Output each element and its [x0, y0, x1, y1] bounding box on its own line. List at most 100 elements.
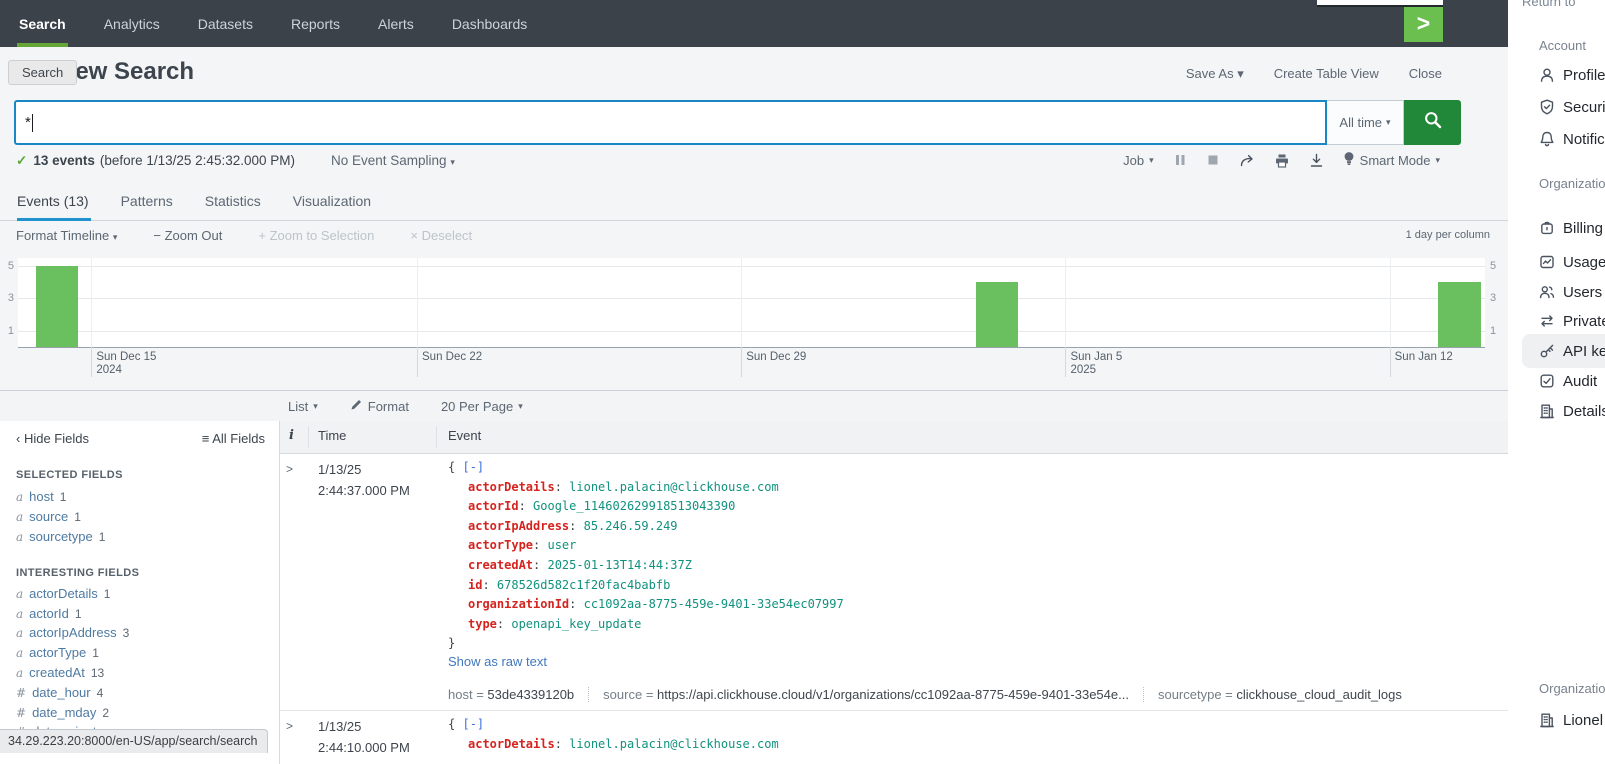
- cloud-menu-api-keys[interactable]: API keys: [1538, 342, 1605, 360]
- tab-patterns[interactable]: Patterns: [105, 181, 189, 220]
- per-page-dropdown[interactable]: 20 Per Page ▾: [441, 399, 523, 414]
- source-value[interactable]: https://api.clickhouse.cloud/v1/organiza…: [657, 687, 1129, 702]
- events-table-header: i Time Event: [280, 421, 1508, 454]
- zoom-to-selection-button[interactable]: + Zoom to Selection: [258, 228, 374, 243]
- search-query-input[interactable]: *: [14, 100, 1327, 145]
- x-gridline: [1065, 258, 1066, 347]
- tab-visualization[interactable]: Visualization: [277, 181, 387, 220]
- x-gridline: [91, 258, 92, 347]
- shield-check-icon: [1538, 98, 1556, 116]
- event-json: { [-] actorDetailslionel.palacin@clickho…: [448, 458, 844, 654]
- field-date-hour[interactable]: #date_hour4: [16, 685, 103, 700]
- field-actortype[interactable]: aactorType1: [16, 645, 99, 660]
- y-axis-tick-label: 5: [1490, 260, 1504, 272]
- cloud-menu-notifications[interactable]: Notifications: [1538, 130, 1605, 148]
- event-timeline-chart: [18, 258, 1485, 348]
- event-sampling-dropdown[interactable]: No Event Sampling ▾: [331, 153, 455, 168]
- splunk-logo[interactable]: >: [1404, 5, 1443, 42]
- result-tabs: Events (13) Patterns Statistics Visualiz…: [0, 181, 1508, 221]
- nav-item-datasets[interactable]: Datasets: [179, 0, 272, 47]
- return-to-link[interactable]: Return to: [1522, 0, 1575, 9]
- event-row: > 1/13/25 2:44:37.000 PM { [-] actorDeta…: [280, 454, 1508, 711]
- field-createdat[interactable]: acreatedAt13: [16, 665, 104, 680]
- column-time: Time: [318, 428, 346, 443]
- time-range-picker[interactable]: All time▾: [1327, 100, 1404, 145]
- create-table-view-button[interactable]: Create Table View: [1274, 66, 1379, 82]
- format-results-button[interactable]: Format: [350, 398, 409, 414]
- cloud-menu-private[interactable]: Private: [1538, 312, 1605, 330]
- show-raw-text-link[interactable]: Show as raw text: [448, 654, 547, 669]
- save-as-button[interactable]: Save As ▾: [1186, 66, 1244, 82]
- job-done-check-icon: ✓: [16, 153, 27, 169]
- export-download-icon[interactable]: [1309, 153, 1324, 168]
- all-fields-button[interactable]: ≡ All Fields: [202, 431, 265, 446]
- y-axis-tick-label: 1: [0, 325, 14, 337]
- nav-item-reports[interactable]: Reports: [272, 0, 359, 47]
- field-source[interactable]: asource1: [16, 509, 81, 524]
- x-axis-tick-label: Sun Dec 29: [746, 351, 806, 364]
- nav-item-alerts[interactable]: Alerts: [359, 0, 433, 47]
- field-actorid[interactable]: aactorId1: [16, 606, 82, 621]
- expand-event-icon[interactable]: >: [286, 719, 293, 733]
- tab-statistics[interactable]: Statistics: [189, 181, 277, 220]
- cloud-menu-users[interactable]: Users: [1538, 283, 1602, 301]
- result-note: (before 1/13/25 2:45:32.000 PM): [100, 153, 295, 168]
- cloud-menu-audit[interactable]: Audit: [1538, 372, 1597, 390]
- expand-event-icon[interactable]: >: [286, 462, 293, 476]
- field-actoripaddress[interactable]: aactorIpAddress3: [16, 625, 129, 640]
- search-row: * All time▾: [14, 100, 1461, 145]
- cloud-menu-organization-lionel[interactable]: Lionel: [1538, 711, 1603, 729]
- host-value[interactable]: 53de4339120b: [487, 687, 574, 702]
- y-gridline: [18, 298, 1485, 299]
- sourcetype-value[interactable]: clickhouse_cloud_audit_logs: [1236, 687, 1402, 702]
- x-gridline: [1390, 258, 1391, 347]
- search-button[interactable]: [1404, 100, 1461, 145]
- stop-job-icon[interactable]: [1206, 153, 1220, 167]
- field-actordetails[interactable]: aactorDetails1: [16, 586, 110, 601]
- x-axis-tick: [91, 347, 92, 377]
- tab-events[interactable]: Events (13): [17, 181, 105, 220]
- hide-fields-button[interactable]: ‹ Hide Fields: [16, 431, 89, 446]
- collapse-json-link[interactable]: [-]: [462, 460, 484, 474]
- cloud-menu-usage[interactable]: Usage: [1538, 253, 1605, 271]
- smart-mode-dropdown[interactable]: Smart Mode ▾: [1343, 151, 1440, 169]
- format-timeline-dropdown[interactable]: Format Timeline ▾: [16, 228, 117, 243]
- cloud-menu-profile[interactable]: Profile: [1538, 66, 1605, 84]
- close-button[interactable]: Close: [1409, 66, 1442, 82]
- results-toolbar: List ▾ Format 20 Per Page ▾: [0, 390, 1508, 422]
- cloud-menu-details[interactable]: Details: [1538, 402, 1605, 420]
- x-axis-tick: [417, 347, 418, 377]
- pause-job-icon[interactable]: [1173, 153, 1187, 167]
- screen: Search Analytics Datasets Reports Alerts…: [0, 0, 1605, 764]
- nav-item-search[interactable]: Search: [0, 0, 85, 47]
- result-count: 13 events: [33, 153, 95, 168]
- timeline-bar[interactable]: [1438, 282, 1481, 347]
- print-icon[interactable]: [1274, 153, 1290, 168]
- timeline-bar[interactable]: [976, 282, 1019, 347]
- field-host[interactable]: ahost1: [16, 489, 66, 504]
- event-json: { [-] actorDetailslionel.palacin@clickho…: [448, 715, 779, 754]
- zoom-out-button[interactable]: − Zoom Out: [153, 228, 222, 243]
- timeline-bar[interactable]: [36, 266, 79, 347]
- nav-item-dashboards[interactable]: Dashboards: [433, 0, 547, 47]
- share-icon[interactable]: [1239, 153, 1255, 168]
- collapse-json-link[interactable]: [-]: [462, 717, 484, 731]
- timeline-scale-note: 1 day per column: [1406, 229, 1490, 241]
- list-view-dropdown[interactable]: List ▾: [288, 399, 318, 414]
- field-date-mday[interactable]: #date_mday2: [16, 705, 109, 720]
- cloud-menu-security[interactable]: Security: [1538, 98, 1605, 116]
- deselect-button[interactable]: × Deselect: [410, 228, 472, 243]
- event-row: > 1/13/25 2:44:10.000 PM { [-] actorDeta…: [280, 711, 1508, 764]
- interesting-fields-title: INTERESTING FIELDS: [16, 567, 139, 579]
- cloud-menu-billing[interactable]: Billing: [1538, 219, 1603, 237]
- nav-item-analytics[interactable]: Analytics: [85, 0, 179, 47]
- key-icon: [1538, 342, 1556, 360]
- pencil-icon: [350, 398, 363, 414]
- x-axis-tick: [1390, 347, 1391, 377]
- job-dropdown[interactable]: Job ▾: [1123, 153, 1154, 168]
- field-sourcetype[interactable]: asourcetype1: [16, 529, 105, 544]
- magnifier-icon: [1423, 110, 1443, 135]
- lightbulb-icon: [1343, 151, 1355, 169]
- x-axis-tick-label: Sun Jan 12: [1395, 351, 1453, 364]
- selected-fields-title: SELECTED FIELDS: [16, 469, 123, 481]
